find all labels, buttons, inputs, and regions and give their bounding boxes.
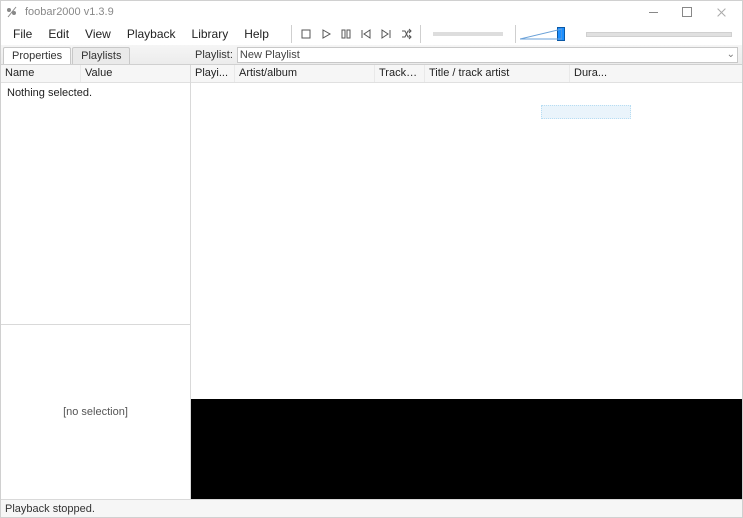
album-art-panel: [no selection] xyxy=(1,324,190,499)
left-panel: Name Value Nothing selected. [no selecti… xyxy=(1,65,191,499)
menu-edit[interactable]: Edit xyxy=(40,25,77,43)
random-button[interactable] xyxy=(397,25,415,43)
minimize-button[interactable] xyxy=(636,1,670,23)
app-window: foobar2000 v1.3.9 File Edit View Playbac… xyxy=(0,0,743,518)
menu-help[interactable]: Help xyxy=(236,25,277,43)
tab-playlists[interactable]: Playlists xyxy=(72,47,130,64)
properties-body: Nothing selected. xyxy=(1,83,190,324)
app-title: foobar2000 v1.3.9 xyxy=(25,6,636,18)
volume-slider[interactable] xyxy=(520,27,576,41)
col-track-no[interactable]: Track no xyxy=(375,65,425,82)
play-button[interactable] xyxy=(317,25,335,43)
volume-ramp-icon xyxy=(520,27,562,41)
close-button[interactable] xyxy=(704,1,738,23)
menu-view[interactable]: View xyxy=(77,25,119,43)
prev-button[interactable] xyxy=(357,25,375,43)
col-duration[interactable]: Dura... xyxy=(570,65,614,82)
menubar: File Edit View Playback Library Help xyxy=(1,23,281,45)
drop-hint xyxy=(541,105,631,119)
no-selection-label: [no selection] xyxy=(63,406,128,418)
toolbar-separator xyxy=(291,25,292,43)
status-text: Playback stopped. xyxy=(5,503,95,515)
menu-playback[interactable]: Playback xyxy=(119,25,184,43)
playlist-label: Playlist: xyxy=(195,49,233,61)
menu-library[interactable]: Library xyxy=(184,25,237,43)
pause-button[interactable] xyxy=(337,25,355,43)
secondary-row: Properties Playlists Playlist: New Playl… xyxy=(1,45,742,65)
tab-properties[interactable]: Properties xyxy=(3,47,71,64)
stop-button[interactable] xyxy=(297,25,315,43)
col-playing[interactable]: Playi... xyxy=(191,65,235,82)
properties-col-name[interactable]: Name xyxy=(1,65,81,82)
toolbar xyxy=(281,22,742,46)
next-button[interactable] xyxy=(377,25,395,43)
playlist-current: New Playlist xyxy=(240,49,300,61)
right-panel: Playi... Artist/album Track no Title / t… xyxy=(191,65,742,499)
properties-col-value[interactable]: Value xyxy=(81,65,190,82)
window-controls xyxy=(636,1,738,23)
col-title[interactable]: Title / track artist xyxy=(425,65,570,82)
playlist-dropdown[interactable]: New Playlist ⌄ xyxy=(237,47,738,63)
titlebar: foobar2000 v1.3.9 xyxy=(1,1,742,23)
toolbar-separator xyxy=(420,25,421,43)
visualization-panel[interactable] xyxy=(191,399,742,499)
properties-header: Name Value xyxy=(1,65,190,83)
maximize-button[interactable] xyxy=(670,1,704,23)
playlist-selector-row: Playlist: New Playlist ⌄ xyxy=(191,45,742,65)
col-artist-album[interactable]: Artist/album xyxy=(235,65,375,82)
playlist-body[interactable] xyxy=(191,83,742,399)
progress-placeholder xyxy=(586,32,732,37)
app-icon xyxy=(5,5,19,19)
main-body: Name Value Nothing selected. [no selecti… xyxy=(1,65,742,499)
chevron-down-icon: ⌄ xyxy=(727,49,735,60)
left-tabs: Properties Playlists xyxy=(1,45,191,65)
seekbar[interactable] xyxy=(433,32,503,36)
menu-file[interactable]: File xyxy=(5,25,40,43)
statusbar: Playback stopped. xyxy=(1,499,742,517)
playlist-header: Playi... Artist/album Track no Title / t… xyxy=(191,65,742,83)
toolbar-separator xyxy=(515,25,516,43)
